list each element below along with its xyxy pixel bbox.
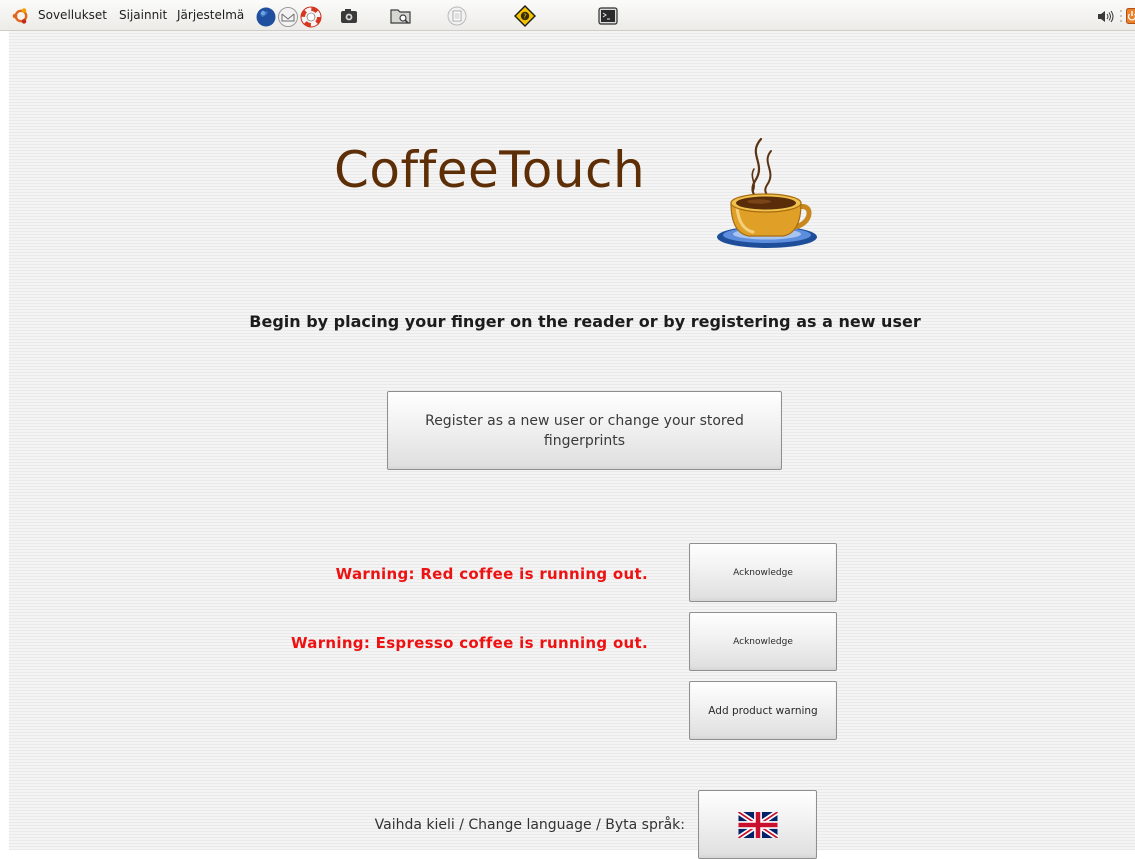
panel-separator <box>1119 8 1123 24</box>
app-logo-text: CoffeeTouch <box>334 141 645 199</box>
register-button[interactable]: Register as a new user or change your st… <box>387 391 782 470</box>
screenshot-icon[interactable] <box>340 8 358 24</box>
menu-system[interactable]: Järjestelmä <box>177 8 244 22</box>
volume-icon[interactable] <box>1097 10 1117 23</box>
help-icon[interactable] <box>299 5 323 29</box>
update-notifier-icon[interactable]: ? <box>514 5 536 27</box>
file-manager-icon[interactable] <box>390 7 412 25</box>
language-label: Vaihda kieli / Change language / Byta sp… <box>375 817 685 833</box>
top-panel: Sovellukset Sijainnit Järjestelmä ? <box>0 0 1135 31</box>
power-icon[interactable] <box>1126 8 1135 24</box>
coffee-cup-icon <box>709 133 819 253</box>
acknowledge-red-coffee-button[interactable]: Acknowledge <box>689 543 837 602</box>
svg-text:?: ? <box>523 13 527 21</box>
web-browser-icon[interactable] <box>255 6 277 28</box>
change-language-button[interactable] <box>698 790 817 859</box>
warning-espresso-coffee: Warning: Espresso coffee is running out. <box>291 634 648 652</box>
warning-red-coffee: Warning: Red coffee is running out. <box>336 565 648 583</box>
menu-applications[interactable]: Sovellukset <box>38 8 107 22</box>
ubuntu-logo-icon[interactable] <box>12 7 30 25</box>
mail-icon[interactable] <box>277 6 299 28</box>
text-editor-icon[interactable] <box>447 6 467 26</box>
add-product-warning-button[interactable]: Add product warning <box>689 681 837 740</box>
menu-places[interactable]: Sijainnit <box>119 8 167 22</box>
instruction-text: Begin by placing your finger on the read… <box>9 312 1135 331</box>
uk-flag-icon <box>738 812 778 838</box>
coffeetouch-window: CoffeeTouch Begin by placing your finger… <box>9 31 1135 850</box>
acknowledge-espresso-coffee-button[interactable]: Acknowledge <box>689 612 837 671</box>
terminal-icon[interactable] <box>598 7 618 25</box>
